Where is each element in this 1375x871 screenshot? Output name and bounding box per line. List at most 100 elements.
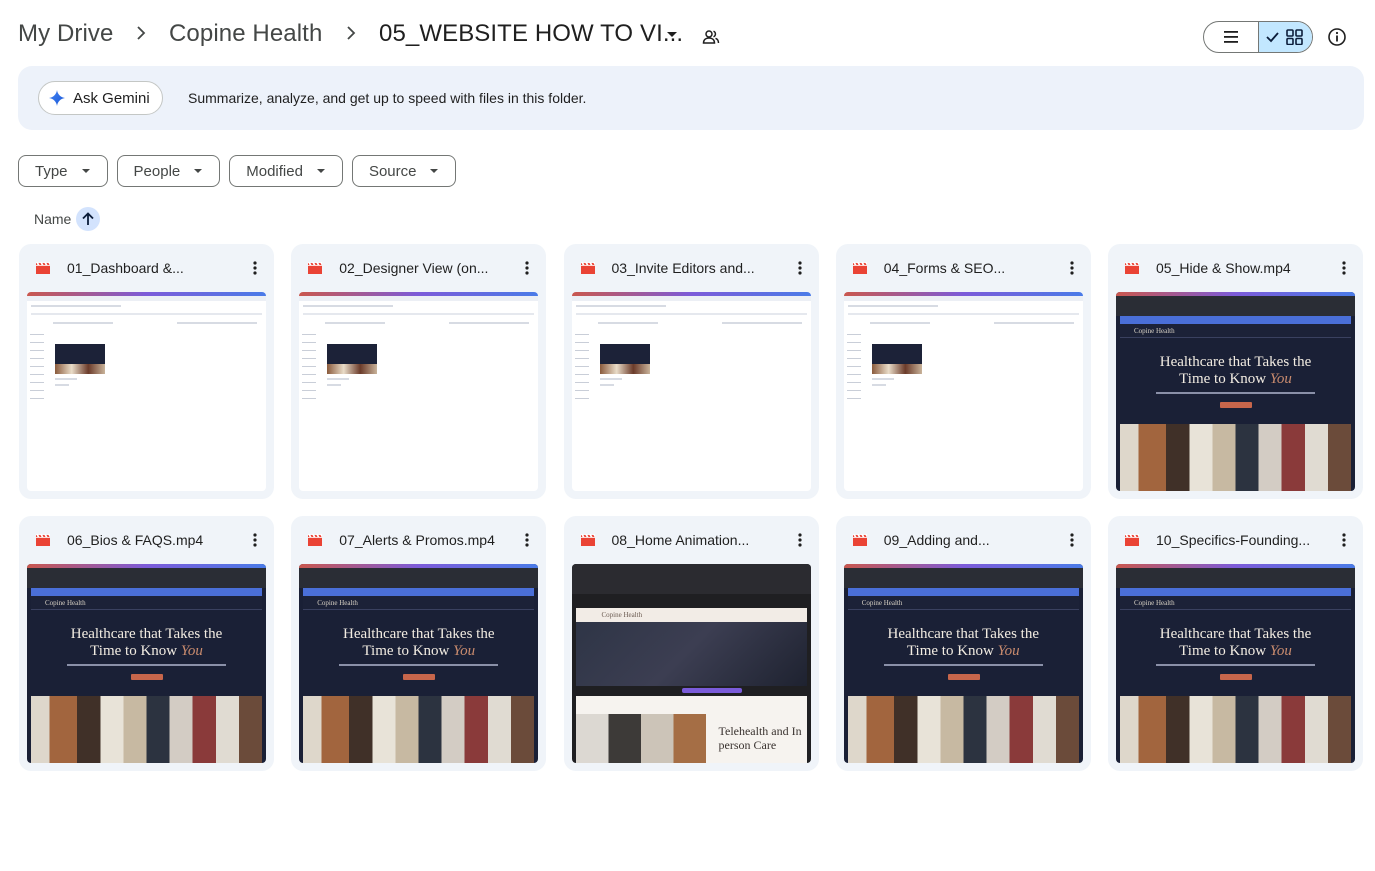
ask-gemini-label: Ask Gemini [73, 89, 150, 107]
file-card-header: 01_Dashboard &... [19, 244, 274, 292]
filter-modified[interactable]: Modified [229, 155, 343, 187]
filter-type[interactable]: Type [18, 155, 108, 187]
thumb-logo-text: Copine Health [1134, 327, 1175, 335]
file-name[interactable]: 01_Dashboard &... [67, 260, 235, 276]
thumb-headline: Healthcare that Takes the Time to Know Y… [70, 626, 223, 659]
file-card-header: 09_Adding and... [836, 516, 1091, 564]
file-name[interactable]: 02_Designer View (on... [339, 260, 507, 276]
file-card[interactable]: 03_Invite Editors and... [563, 244, 819, 499]
file-name[interactable]: 10_Specifics-Founding... [1156, 532, 1324, 548]
breadcrumb-my-drive[interactable]: My Drive [18, 20, 113, 48]
file-thumbnail[interactable]: Copine Health Telehealth and In person Ca… [571, 564, 811, 763]
video-file-icon [307, 533, 323, 547]
filter-people[interactable]: People [116, 155, 221, 187]
file-thumbnail[interactable] [27, 292, 266, 491]
caret-down-icon [81, 169, 90, 173]
file-card[interactable]: 10_Specifics-Founding... Copine Health H… [1108, 516, 1363, 771]
file-card-header: 07_Alerts & Promos.mp4 [291, 516, 546, 564]
filter-source-label: Source [368, 162, 417, 180]
thumb-headline: Healthcare that Takes the Time to Know Y… [1159, 354, 1312, 387]
chevron-right-icon [135, 26, 147, 40]
file-name[interactable]: 06_Bios & FAQS.mp4 [67, 532, 235, 548]
more-vert-icon [1342, 533, 1346, 547]
more-actions-button[interactable] [1334, 258, 1354, 278]
file-thumbnail[interactable]: Copine Health Healthcare that Takes the … [27, 564, 266, 763]
file-thumbnail[interactable]: Copine Health Healthcare that Takes the … [843, 564, 1083, 763]
file-name[interactable]: 04_Forms & SEO... [884, 260, 1052, 276]
file-card[interactable]: 04_Forms & SEO... [835, 244, 1091, 499]
file-card[interactable]: 08_Home Animation... Copine Health Teleh… [563, 516, 819, 771]
more-vert-icon [253, 533, 257, 547]
view-toggle [1203, 21, 1313, 53]
file-thumbnail[interactable]: Copine Health Healthcare that Takes the … [299, 564, 539, 763]
more-actions-button[interactable] [1062, 530, 1082, 550]
more-vert-icon [797, 533, 802, 547]
more-vert-icon [525, 261, 529, 275]
caret-down-icon [316, 169, 325, 173]
file-card[interactable]: 06_Bios & FAQS.mp4 Copine Health Healthc… [19, 516, 274, 771]
file-thumbnail[interactable] [299, 292, 539, 491]
gemini-sparkle-icon [49, 90, 65, 106]
more-actions-button[interactable] [790, 258, 810, 278]
gemini-bar: Ask Gemini Summarize, analyze, and get u… [18, 66, 1364, 130]
video-file-icon [852, 261, 868, 275]
filter-source[interactable]: Source [351, 155, 457, 187]
more-actions-button[interactable] [517, 530, 537, 550]
filter-type-label: Type [35, 162, 68, 180]
filter-modified-label: Modified [246, 162, 303, 180]
ask-gemini-button[interactable]: Ask Gemini [38, 81, 163, 115]
thumb-logo-text: Copine Health [861, 599, 903, 607]
file-name[interactable]: 05_Hide & Show.mp4 [1156, 260, 1324, 276]
info-icon[interactable] [1327, 27, 1347, 47]
file-card[interactable]: 09_Adding and... Copine Health Healthcar… [835, 516, 1091, 771]
more-actions-button[interactable] [517, 258, 537, 278]
more-vert-icon [525, 533, 529, 547]
video-file-icon [580, 261, 596, 275]
file-card-header: 06_Bios & FAQS.mp4 [19, 516, 274, 564]
file-name[interactable]: 07_Alerts & Promos.mp4 [339, 532, 507, 548]
file-card-header: 03_Invite Editors and... [564, 244, 819, 292]
filter-people-label: People [133, 162, 181, 180]
thumb-headline: Healthcare that Takes the Time to Know Y… [342, 626, 495, 659]
gemini-prompt-text: Summarize, analyze, and get up to speed … [188, 90, 587, 106]
video-file-icon [1124, 533, 1140, 547]
file-card[interactable]: 07_Alerts & Promos.mp4 Copine Health Hea… [291, 516, 547, 771]
more-actions-button[interactable] [1334, 530, 1354, 550]
video-file-icon [1124, 261, 1140, 275]
shared-people-icon[interactable] [702, 28, 720, 46]
more-actions-button[interactable] [1062, 258, 1082, 278]
file-thumbnail[interactable] [843, 292, 1083, 491]
file-grid: 01_Dashboard &... 02_Designer View (on..… [19, 244, 1363, 771]
video-file-icon [35, 261, 51, 275]
file-thumbnail[interactable] [571, 292, 811, 491]
sort-label[interactable]: Name [34, 211, 71, 227]
more-vert-icon [1342, 261, 1346, 275]
grid-view-button[interactable] [1257, 22, 1312, 52]
file-thumbnail[interactable]: Copine Health Healthcare that Takes the … [1116, 564, 1355, 763]
thumb-telehealth-text: Telehealth and In person Care [718, 724, 802, 752]
file-card[interactable]: 02_Designer View (on... [291, 244, 547, 499]
more-actions-button[interactable] [245, 258, 265, 278]
breadcrumb-current-folder[interactable]: 05_WEBSITE HOW TO VI... [379, 20, 683, 48]
breadcrumb-copine-health[interactable]: Copine Health [169, 20, 322, 48]
video-file-icon [35, 533, 51, 547]
more-actions-button[interactable] [790, 530, 810, 550]
caret-down-icon[interactable] [667, 32, 677, 37]
file-card-header: 05_Hide & Show.mp4 [1108, 244, 1363, 292]
more-vert-icon [1070, 533, 1074, 547]
thumb-headline: Healthcare that Takes the Time to Know Y… [887, 626, 1040, 659]
list-icon [1223, 31, 1238, 43]
file-card[interactable]: 05_Hide & Show.mp4 Copine Health Healthc… [1108, 244, 1363, 499]
file-name[interactable]: 09_Adding and... [884, 532, 1052, 548]
file-card-header: 10_Specifics-Founding... [1108, 516, 1363, 564]
arrow-up-icon [82, 212, 94, 225]
file-card[interactable]: 01_Dashboard &... [19, 244, 274, 499]
video-file-icon [307, 261, 323, 275]
file-name[interactable]: 03_Invite Editors and... [612, 260, 780, 276]
list-view-button[interactable] [1204, 22, 1258, 52]
more-actions-button[interactable] [245, 530, 265, 550]
sort-direction-button[interactable] [76, 207, 100, 231]
file-name[interactable]: 08_Home Animation... [612, 532, 780, 548]
file-thumbnail[interactable]: Copine Health Healthcare that Takes the … [1116, 292, 1355, 491]
more-vert-icon [797, 261, 802, 275]
